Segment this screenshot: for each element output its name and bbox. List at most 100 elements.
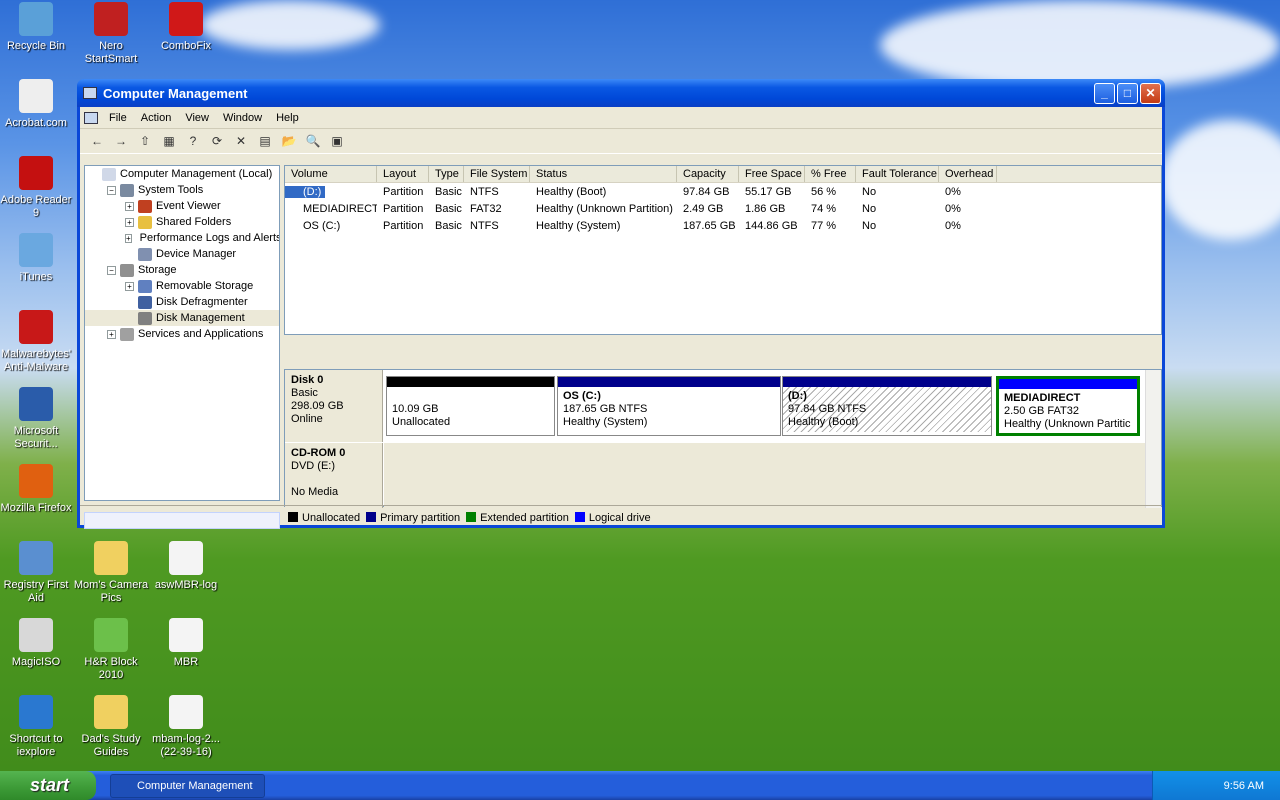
column-header[interactable]: Overhead bbox=[939, 166, 997, 182]
volume-cell: 56 % bbox=[811, 185, 837, 198]
desktop-icon[interactable]: mbam-log-2... (22-39-16) bbox=[148, 695, 224, 759]
menu-file[interactable]: File bbox=[102, 112, 134, 124]
toolbar-button-icon[interactable]: ▦ bbox=[160, 132, 178, 150]
taskbar-button-computer-management[interactable]: Computer Management bbox=[110, 774, 265, 798]
tree-node[interactable]: + Services and Applications bbox=[85, 326, 279, 342]
desktop-icon-image bbox=[19, 156, 53, 190]
toolbar-button-icon[interactable]: ▣ bbox=[328, 132, 346, 150]
desktop-icon[interactable]: iTunes bbox=[0, 233, 74, 284]
tree-node[interactable]: + Shared Folders bbox=[85, 214, 279, 230]
column-header[interactable]: Layout bbox=[377, 166, 429, 182]
desktop-icon[interactable]: ComboFix bbox=[148, 2, 224, 53]
column-header[interactable]: Fault Tolerance bbox=[856, 166, 939, 182]
column-header[interactable]: Type bbox=[429, 166, 464, 182]
close-button[interactable]: ✕ bbox=[1140, 82, 1161, 104]
desktop-icon[interactable]: aswMBR-log bbox=[148, 541, 224, 592]
partition-status: Healthy (Boot) bbox=[788, 416, 859, 428]
column-header[interactable]: Volume bbox=[285, 166, 377, 182]
desktop-icon[interactable]: MagicISO bbox=[0, 618, 74, 669]
desktop-icon-label: Nero StartSmart bbox=[84, 40, 138, 65]
toolbar-button-icon[interactable]: 📂 bbox=[280, 132, 298, 150]
partition-block[interactable]: MEDIADIRECT 2.50 GB FAT32 Healthy (Unknown… bbox=[996, 376, 1140, 436]
volume-cell: OS (C:) bbox=[303, 219, 341, 232]
tree-expander[interactable]: − bbox=[107, 185, 116, 195]
desktop-icon[interactable]: MBR bbox=[148, 618, 224, 669]
minimize-button[interactable]: _ bbox=[1094, 82, 1115, 104]
tree-expander[interactable]: + bbox=[125, 281, 134, 291]
title-bar[interactable]: Computer Management _ □ ✕ bbox=[77, 79, 1165, 107]
computer-management-icon bbox=[83, 87, 97, 99]
tree-expander[interactable]: + bbox=[125, 201, 134, 211]
tree-node[interactable]: − Storage bbox=[85, 262, 279, 278]
desktop-icon[interactable]: Microsoft Securit... bbox=[0, 387, 74, 451]
volume-cell: Healthy (Unknown Partition) bbox=[536, 202, 673, 215]
volume-row[interactable]: OS (C:) Partition Basic NTFS Healthy (System… bbox=[285, 217, 1161, 234]
tree-node[interactable]: Device Manager bbox=[85, 246, 279, 262]
partition-block[interactable]: OS (C:) 187.65 GB NTFS Healthy (System) bbox=[557, 376, 781, 436]
menu-window[interactable]: Window bbox=[216, 112, 269, 124]
toolbar-button-icon[interactable]: ✕ bbox=[232, 132, 250, 150]
tree-node[interactable]: Computer Management (Local) bbox=[85, 166, 279, 182]
desktop-icon-label: Registry First Aid bbox=[3, 579, 69, 604]
console-tree: Computer Management (Local) − System Tools… bbox=[84, 165, 280, 501]
desktop-icon[interactable]: Adobe Reader 9 bbox=[0, 156, 74, 220]
desktop-icon[interactable]: Shortcut to iexplore bbox=[0, 695, 74, 759]
desktop-icon[interactable]: Malwarebytes' Anti-Malware bbox=[0, 310, 74, 374]
maximize-button[interactable]: □ bbox=[1117, 82, 1138, 104]
toolbar-button-icon[interactable]: ⟳ bbox=[208, 132, 226, 150]
column-header[interactable]: Status bbox=[530, 166, 677, 182]
toolbar-button-icon[interactable]: ? bbox=[184, 132, 202, 150]
desktop-icon-label: Dad's Study Guides bbox=[81, 733, 141, 758]
volume-row[interactable]: (D:) Partition Basic NTFS Healthy (Boot) 97.8… bbox=[285, 183, 1161, 200]
tree-node[interactable]: − System Tools bbox=[85, 182, 279, 198]
desktop-icon[interactable]: Recycle Bin bbox=[0, 2, 74, 53]
menu-action[interactable]: Action bbox=[134, 112, 179, 124]
tree-node-icon bbox=[120, 327, 134, 341]
tree-expander[interactable]: + bbox=[125, 233, 132, 243]
column-header[interactable]: Free Space bbox=[739, 166, 805, 182]
desktop-icon-label: Microsoft Securit... bbox=[13, 425, 59, 450]
tree-node[interactable]: Disk Management bbox=[85, 310, 279, 326]
tree-node[interactable]: + Removable Storage bbox=[85, 278, 279, 294]
desktop-icon[interactable]: Acrobat.com bbox=[0, 79, 74, 130]
toolbar-button-icon[interactable]: ⇧ bbox=[136, 132, 154, 150]
menu-view[interactable]: View bbox=[178, 112, 216, 124]
desktop-icon-label: Adobe Reader 9 bbox=[0, 194, 72, 219]
tree-node[interactable]: + Performance Logs and Alerts bbox=[85, 230, 279, 246]
toolbar-button-icon[interactable]: → bbox=[112, 132, 130, 150]
desktop-icon[interactable]: Nero StartSmart bbox=[73, 2, 149, 66]
cdrom-label[interactable]: CD-ROM 0 DVD (E:) No Media bbox=[285, 443, 383, 508]
desktop-icon-image bbox=[169, 2, 203, 36]
tree-expander[interactable]: − bbox=[107, 265, 116, 275]
tree-node[interactable]: Disk Defragmenter bbox=[85, 294, 279, 310]
toolbar-button-icon[interactable]: 🔍 bbox=[304, 132, 322, 150]
tree-node[interactable]: + Event Viewer bbox=[85, 198, 279, 214]
tree-expander[interactable]: + bbox=[107, 329, 116, 339]
desktop-icon[interactable]: Mom's Camera Pics bbox=[73, 541, 149, 605]
partition-title bbox=[392, 390, 549, 403]
tree-node-icon bbox=[138, 247, 152, 261]
partition-block[interactable]: (D:) 97.84 GB NTFS Healthy (Boot) bbox=[782, 376, 992, 436]
desktop-icon[interactable]: Dad's Study Guides bbox=[73, 695, 149, 759]
desktop-icon[interactable]: Registry First Aid bbox=[0, 541, 74, 605]
disk0-label[interactable]: Disk 0 Basic 298.09 GB Online bbox=[285, 370, 383, 442]
desktop-icon-label: Acrobat.com bbox=[5, 117, 67, 129]
toolbar-button-icon[interactable]: ▤ bbox=[256, 132, 274, 150]
desktop-icon-image bbox=[19, 695, 53, 729]
toolbar-button-icon[interactable]: ← bbox=[88, 132, 106, 150]
desktop-icon[interactable]: H&R Block 2010 bbox=[73, 618, 149, 682]
desktop-icon-image bbox=[94, 618, 128, 652]
desktop-icon[interactable]: Mozilla Firefox bbox=[0, 464, 74, 515]
volume-row[interactable]: MEDIADIRECT Partition Basic FAT32 Healthy (U… bbox=[285, 200, 1161, 217]
window-body: File Action View Window Help ← → ⇧ ▦? ⟳ ✕ ▤ 📂 🔍 ▣… bbox=[80, 107, 1162, 529]
tree-expander[interactable]: + bbox=[125, 217, 134, 227]
column-header[interactable]: Capacity bbox=[677, 166, 739, 182]
start-button[interactable]: start bbox=[0, 771, 96, 800]
system-menu-icon[interactable] bbox=[84, 111, 98, 124]
disk-vertical-scrollbar[interactable] bbox=[1145, 370, 1161, 508]
column-header[interactable]: File System bbox=[464, 166, 530, 182]
column-header[interactable]: % Free bbox=[805, 166, 856, 182]
clock: 9:56 AM bbox=[1223, 779, 1264, 792]
partition-block[interactable]: 10.09 GB Unallocated bbox=[386, 376, 555, 436]
menu-help[interactable]: Help bbox=[269, 112, 306, 124]
